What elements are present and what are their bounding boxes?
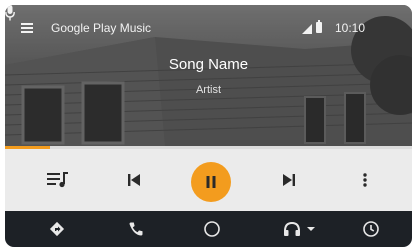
queue-button[interactable] [43, 170, 73, 190]
song-title: Song Name [168, 56, 249, 73]
android-auto-screen: Google Play Music 10:10 Song Name Artist [0, 0, 417, 252]
pause-icon [206, 176, 216, 188]
pause-button[interactable] [191, 162, 231, 202]
nav-phone-button[interactable] [118, 211, 154, 247]
status-bar: Google Play Music 10:10 [5, 5, 412, 45]
clock: 10:10 [335, 21, 366, 35]
dropdown-arrow-icon [306, 227, 315, 231]
navigation-icon [49, 221, 65, 237]
recents-icon [363, 221, 379, 237]
phone-icon [129, 222, 143, 236]
nav-media-button[interactable] [275, 211, 323, 247]
battery-icon [316, 20, 322, 33]
menu-icon[interactable] [21, 23, 33, 33]
navigation-bar [5, 211, 412, 247]
app-title: Google Play Music [51, 21, 152, 35]
signal-icon [302, 24, 312, 34]
skip-previous-icon [128, 174, 140, 186]
head-unit-panel: Google Play Music 10:10 Song Name Artist [5, 5, 412, 247]
nav-maps-button[interactable] [39, 211, 75, 247]
skip-next-icon [283, 174, 295, 186]
next-button[interactable] [276, 170, 302, 190]
microphone-icon[interactable] [5, 5, 15, 21]
nav-recents-button[interactable] [353, 211, 389, 247]
more-vert-icon [363, 173, 367, 187]
artist-name: Artist [195, 84, 222, 96]
more-button[interactable] [355, 170, 375, 190]
album-art: Google Play Music 10:10 Song Name Artist [5, 5, 412, 146]
home-icon [204, 221, 220, 237]
previous-button[interactable] [121, 170, 147, 190]
queue-icon [47, 172, 68, 188]
playback-controls [5, 149, 412, 211]
nav-home-button[interactable] [194, 211, 230, 247]
headphones-icon [283, 221, 300, 236]
